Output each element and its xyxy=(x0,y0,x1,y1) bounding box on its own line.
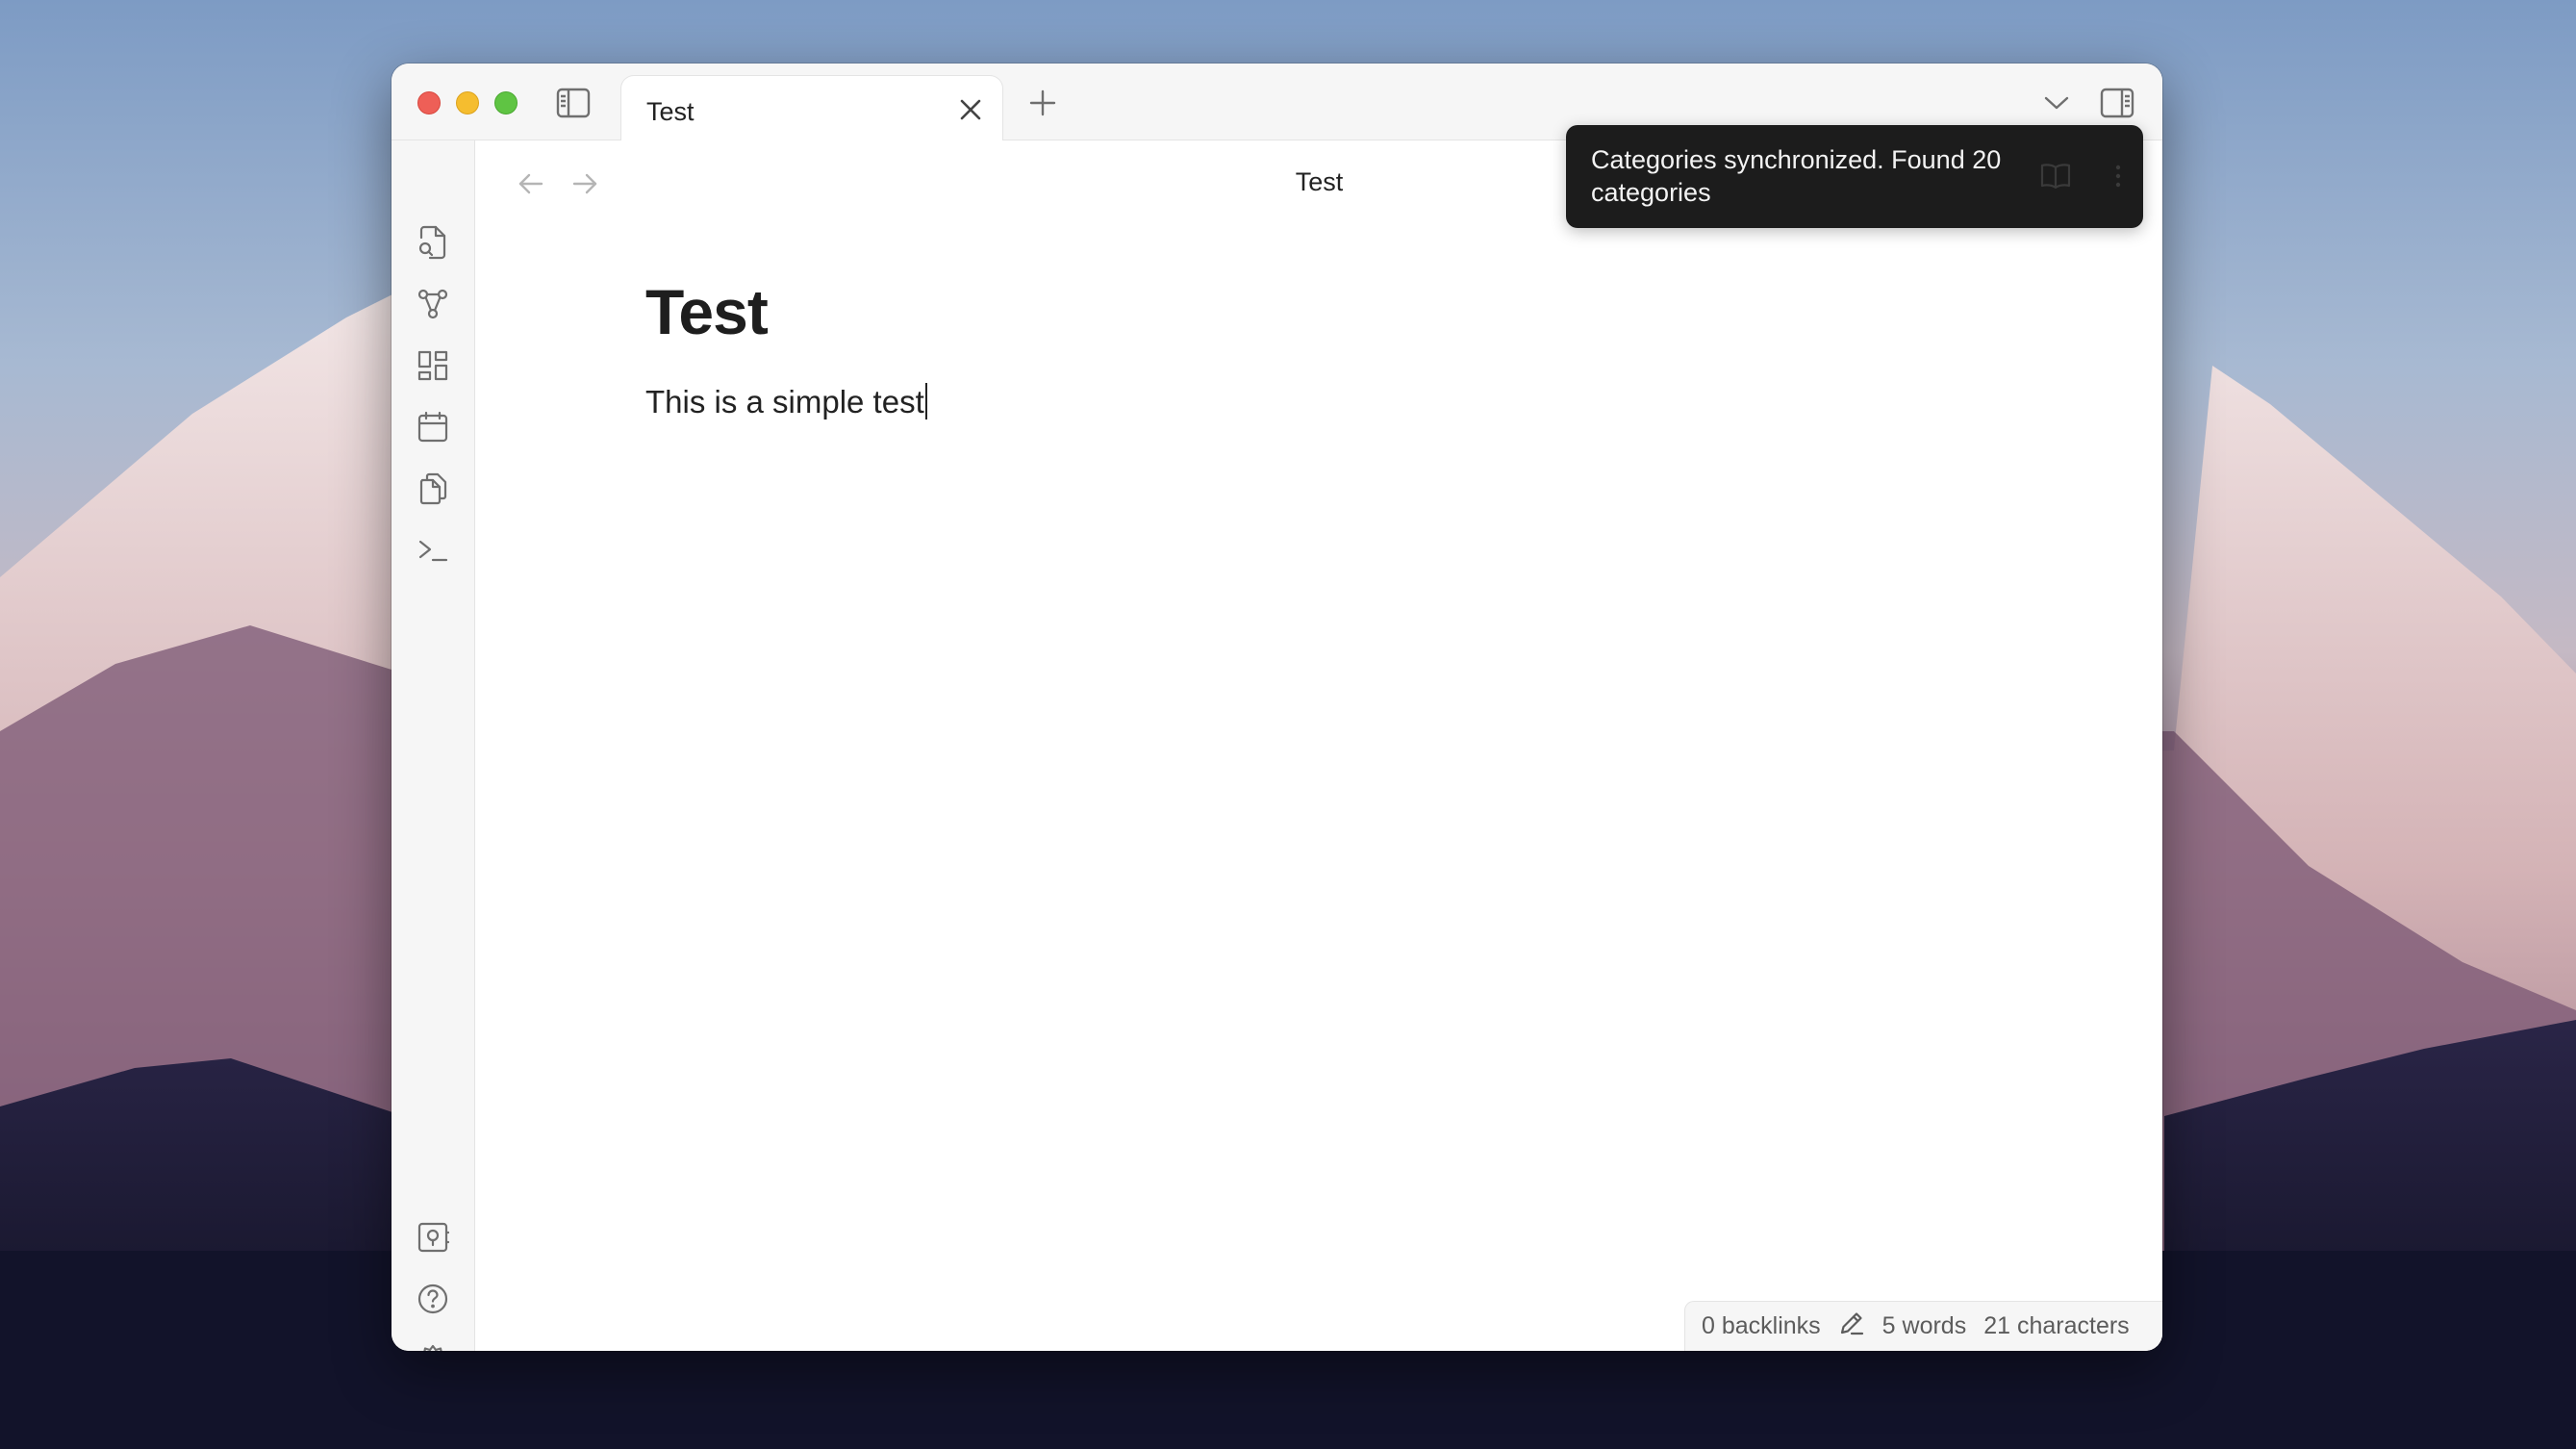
zoom-window-button[interactable] xyxy=(494,91,518,114)
close-window-button[interactable] xyxy=(417,91,441,114)
reading-view-book-icon[interactable] xyxy=(2039,160,2072,192)
app-window: Test Test Test This is a simple test 0 b… xyxy=(391,64,2162,1351)
minimize-window-button[interactable] xyxy=(456,91,479,114)
notification-message: Categories synchronized. Found 20 catego… xyxy=(1591,145,2002,207)
more-options-icon[interactable] xyxy=(2102,160,2134,192)
toggle-right-sidebar-icon[interactable] xyxy=(2098,85,2136,121)
help-icon[interactable] xyxy=(416,1282,450,1316)
status-bar: 0 backlinks 5 words 21 characters xyxy=(1684,1301,2162,1351)
backlinks-count[interactable]: 0 backlinks xyxy=(1702,1312,1821,1340)
edit-mode-pencil-icon[interactable] xyxy=(1838,1309,1865,1343)
calendar-icon[interactable] xyxy=(416,410,450,445)
document-heading[interactable]: Test xyxy=(645,275,769,348)
text-cursor xyxy=(924,383,927,419)
tab-test[interactable]: Test xyxy=(620,75,1003,141)
chevron-down-icon[interactable] xyxy=(2040,89,2073,117)
document-body-text[interactable]: This is a simple test xyxy=(645,384,924,419)
new-tab-plus-icon[interactable] xyxy=(1026,87,1059,119)
word-count: 5 words xyxy=(1881,1312,1967,1339)
copy-icon[interactable] xyxy=(416,471,450,506)
toggle-left-sidebar-icon[interactable] xyxy=(555,85,592,121)
tab-title: Test xyxy=(646,97,695,126)
graph-icon[interactable] xyxy=(416,287,450,321)
editor-pane: Test Test This is a simple test 0 backli… xyxy=(476,140,2162,1351)
character-count: 21 characters xyxy=(1983,1312,2130,1339)
document-body[interactable]: This is a simple test xyxy=(645,383,927,420)
close-icon[interactable] xyxy=(958,97,983,122)
left-ribbon xyxy=(391,140,475,1351)
search-files-icon[interactable] xyxy=(416,225,450,260)
vault-icon[interactable] xyxy=(416,1220,450,1255)
canvas-icon[interactable] xyxy=(416,348,450,383)
settings-gear-icon[interactable] xyxy=(416,1343,450,1351)
terminal-icon[interactable] xyxy=(416,533,450,568)
